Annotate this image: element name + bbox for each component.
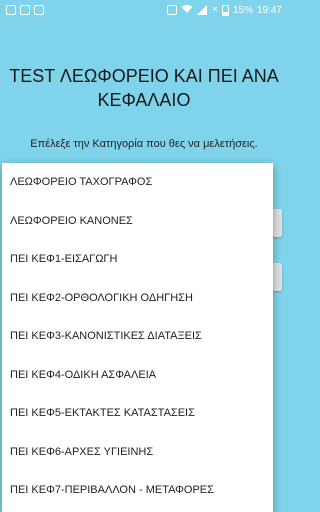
photo-icon — [167, 5, 178, 15]
status-right: × 15% 19:47 — [167, 4, 282, 17]
battery-percent: 15% — [232, 4, 253, 16]
category-dropdown: ΛΕΩΦΟΡΕΙΟ ΤΑΧΟΓΡΑΦΟΣ ΛΕΩΦΟΡΕΙΟ ΚΑΝΟΝΕΣ Π… — [2, 163, 273, 512]
wifi-icon — [181, 4, 193, 17]
dropdown-item[interactable]: ΠΕΙ ΚΕΦ1-ΕΙΣΑΓΩΓΗ — [2, 240, 273, 279]
dropdown-item[interactable]: ΠΕΙ ΚΕΦ7-ΠΕΡΙΒΑΛΛΟΝ - ΜΕΤΑΦΟΡΕΣ — [2, 471, 273, 510]
page-subtitle: Επέλεξε την Κατηγορία που θες να μελετήσ… — [30, 138, 258, 150]
image-icon — [6, 5, 16, 15]
status-left — [6, 5, 44, 15]
dropdown-item[interactable]: ΠΕΙ ΚΕΦ4-ΟΔΙΚΗ ΑΣΦΑΛΕΙΑ — [2, 356, 273, 395]
sim-icon — [34, 5, 44, 15]
signal-x-icon: × — [212, 4, 218, 15]
dropdown-item[interactable]: ΛΕΩΦΟΡΕΙΟ ΤΑΧΟΓΡΑΦΟΣ — [2, 163, 273, 202]
dropdown-item[interactable]: ΛΕΩΦΟΡΕΙΟ ΚΑΝΟΝΕΣ — [2, 202, 273, 241]
dropdown-item[interactable]: ΠΕΙ ΚΕΦ5-ΕΚΤΑΚΤΕΣ ΚΑΤΑΣΤΑΣΕΙΣ — [2, 394, 273, 433]
page-title: TEST ΛΕΩΦΟΡΕΙΟ ΚΑΙ ΠΕΙ ΑΝΑ ΚΕΦΑΛΑΙΟ — [9, 66, 279, 110]
dropdown-item[interactable]: ΠΕΙ ΚΕΦ6-ΑΡΧΕΣ ΥΓΙΕΙΝΗΣ — [2, 433, 273, 472]
status-bar: × 15% 19:47 — [0, 0, 288, 20]
status-time: 19:47 — [256, 4, 282, 16]
dropdown-item[interactable]: ΠΕΙ ΚΕΦ3-ΚΑΝΟΝΙΣΤΙΚΕΣ ΔΙΑΤΑΞΕΙΣ — [2, 317, 273, 356]
battery-icon — [221, 4, 229, 16]
signal-icon — [197, 5, 208, 15]
lock-icon — [20, 5, 30, 15]
dropdown-item[interactable]: ΠΕΙ ΚΕΦ2-ΟΡΘΟΛΟΓΙΚΗ ΟΔΗΓΗΣΗ — [2, 279, 273, 318]
